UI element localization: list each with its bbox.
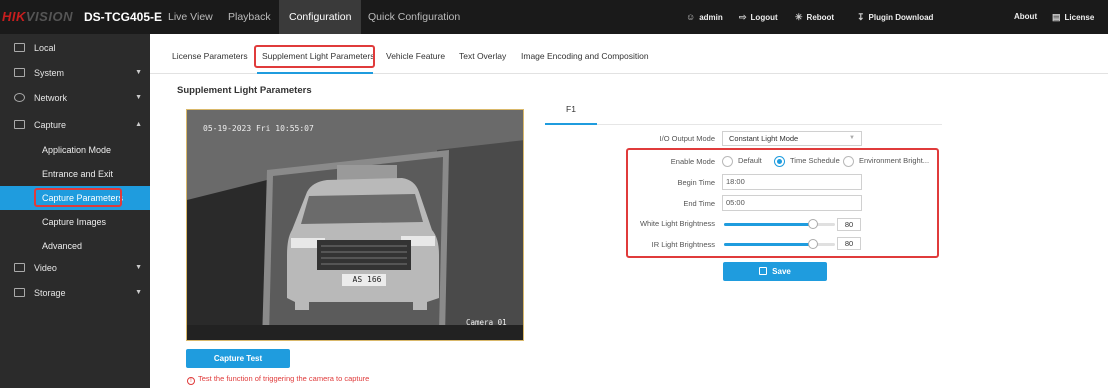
- capture-test-button[interactable]: Capture Test: [186, 349, 290, 368]
- osd-camera-name: Camera 01: [466, 318, 507, 327]
- license-button[interactable]: ▤ License: [1052, 0, 1094, 34]
- active-tab-indicator: [257, 72, 373, 74]
- sidebar-label: Storage: [34, 288, 66, 298]
- license-icon: ▤: [1052, 12, 1061, 22]
- sidebar-item-video[interactable]: Video ▼: [0, 256, 150, 280]
- about-button[interactable]: About: [1014, 0, 1037, 34]
- monitor-icon: [14, 43, 25, 52]
- save-button[interactable]: Save: [723, 262, 827, 281]
- sidebar-sub-advanced[interactable]: Advanced: [0, 234, 150, 258]
- live-video-preview: AS 166: [186, 109, 524, 341]
- annotation-highlight-sidebar: [34, 188, 122, 207]
- download-icon: ↧: [857, 12, 865, 22]
- reboot-icon: ✳: [795, 12, 803, 22]
- tab-license-parameters[interactable]: License Parameters: [172, 51, 248, 61]
- tab-text-overlay[interactable]: Text Overlay: [459, 51, 506, 61]
- save-icon: [759, 267, 768, 275]
- sidebar-sub-capture-images[interactable]: Capture Images: [0, 210, 150, 234]
- io-output-mode-value: Constant Light Mode: [729, 134, 799, 143]
- camera-icon: [14, 120, 25, 129]
- system-icon: [14, 68, 25, 77]
- user-icon: ☺: [686, 12, 696, 22]
- chevron-down-icon: ▼: [135, 289, 142, 296]
- sidebar-item-local[interactable]: Local: [0, 36, 150, 60]
- nav-live-view[interactable]: Live View: [168, 0, 213, 34]
- top-bar: HIKVISION DS-TCG405-E Live View Playback…: [0, 0, 1108, 34]
- chevron-down-icon: ▼: [135, 69, 142, 76]
- sidebar-item-capture[interactable]: Capture ▲: [0, 113, 150, 137]
- sidebar-label: System: [34, 68, 65, 78]
- chevron-up-icon: ▲: [135, 121, 142, 128]
- sidebar-sub-application-mode[interactable]: Application Mode: [0, 138, 150, 162]
- sidebar-label: Video: [34, 263, 57, 273]
- tab-divider: [597, 124, 942, 125]
- user-menu[interactable]: ☺ admin: [686, 0, 723, 34]
- user-label: admin: [699, 13, 723, 22]
- sidebar-item-storage[interactable]: Storage ▼: [0, 281, 150, 305]
- plugin-download-button[interactable]: ↧ Plugin Download: [857, 0, 933, 34]
- logo-prefix: HIK: [2, 9, 26, 24]
- capture-hint: ! Test the function of triggering the cam…: [187, 374, 369, 385]
- logout-button[interactable]: ⇨ Logout: [739, 0, 778, 34]
- save-label: Save: [772, 267, 791, 276]
- nav-quick-configuration[interactable]: Quick Configuration: [368, 0, 460, 34]
- video-scene: [187, 110, 523, 340]
- annotation-highlight-form: [626, 148, 939, 258]
- device-model: DS-TCG405-E: [84, 10, 163, 24]
- tab-vehicle-feature[interactable]: Vehicle Feature: [386, 51, 445, 61]
- license-label: License: [1064, 13, 1095, 22]
- sidebar-label: Capture: [34, 120, 67, 130]
- annotation-highlight-tab: [254, 45, 375, 68]
- chevron-down-icon: ▼: [135, 94, 142, 101]
- hikvision-logo: HIKVISION: [2, 9, 73, 24]
- section-title: Supplement Light Parameters: [177, 85, 312, 96]
- plugin-label: Plugin Download: [868, 13, 934, 22]
- reboot-label: Reboot: [806, 13, 835, 22]
- tab-f1[interactable]: F1: [545, 104, 597, 124]
- sidebar-label: Network: [34, 93, 68, 103]
- io-output-mode-label: I/O Output Mode: [659, 134, 715, 143]
- io-output-mode-select[interactable]: Constant Light Mode ▼: [722, 131, 862, 146]
- nav-playback[interactable]: Playback: [228, 0, 271, 34]
- logout-icon: ⇨: [739, 12, 747, 22]
- sidebar-item-network[interactable]: Network ▼: [0, 86, 150, 110]
- capture-hint-text: Test the function of triggering the came…: [198, 374, 370, 383]
- osd-timestamp: 05-19-2023 Fri 10:55:07: [203, 124, 314, 133]
- sidebar-item-system[interactable]: System ▼: [0, 61, 150, 85]
- sidebar-sub-entrance-exit[interactable]: Entrance and Exit: [0, 162, 150, 186]
- active-tab-indicator: [545, 123, 597, 125]
- globe-icon: [14, 93, 25, 102]
- tab-image-encoding[interactable]: Image Encoding and Composition: [521, 51, 649, 61]
- license-plate: AS 166: [352, 275, 382, 284]
- nav-configuration[interactable]: Configuration: [279, 0, 362, 34]
- logo-suffix: VISION: [25, 9, 73, 24]
- chevron-down-icon: ▼: [135, 264, 142, 271]
- video-icon: [14, 263, 25, 272]
- sidebar-label: Local: [34, 43, 56, 53]
- logout-label: Logout: [750, 13, 778, 22]
- storage-icon: [14, 288, 25, 297]
- info-icon: !: [187, 377, 195, 385]
- chevron-down-icon: ▼: [849, 135, 855, 141]
- reboot-button[interactable]: ✳ Reboot: [795, 0, 834, 34]
